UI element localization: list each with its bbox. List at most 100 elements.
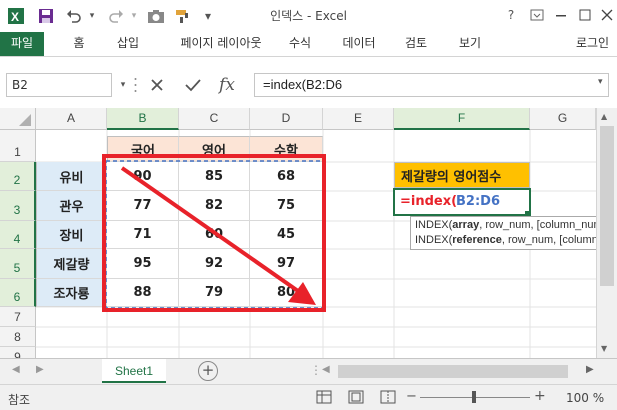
status-bar: 참조 − + 100 % — [0, 384, 617, 410]
cell-c2[interactable]: 85 — [179, 162, 250, 191]
normal-view-icon[interactable] — [316, 390, 332, 407]
cell-b2[interactable]: 90 — [107, 162, 179, 191]
row-header-9[interactable]: 9 — [0, 347, 36, 358]
status-mode: 참조 — [8, 393, 31, 407]
cell-f3[interactable]: =index( B2:D6 — [393, 188, 531, 216]
tab-insert[interactable]: 삽입 — [108, 32, 148, 56]
name-box[interactable]: B2 — [6, 73, 112, 97]
cell-d6[interactable]: 80 — [250, 279, 323, 307]
zoom-level[interactable]: 100 % — [566, 391, 604, 405]
f3-formula-ref: B2:D6 — [456, 194, 500, 209]
formula-bar-grip-icon — [134, 75, 137, 95]
select-all-corner[interactable] — [0, 108, 36, 130]
page-layout-view-icon[interactable] — [348, 390, 364, 407]
zoom-in-icon[interactable]: + — [534, 388, 546, 404]
cell-c5[interactable]: 92 — [179, 249, 250, 279]
tab-page-layout[interactable]: 페이지 레이아웃 — [168, 32, 274, 56]
row-header-5[interactable]: 5 — [0, 249, 36, 279]
sheet-scroll-right-icon[interactable]: ▶ — [36, 364, 44, 375]
column-header-a[interactable]: A — [36, 108, 107, 130]
new-sheet-icon[interactable]: + — [198, 361, 218, 381]
hscroll-thumb[interactable] — [338, 365, 568, 378]
tab-home[interactable]: 홈 — [64, 32, 94, 56]
column-header-d[interactable]: D — [250, 108, 323, 130]
expand-formula-bar-icon[interactable]: ▾ — [598, 77, 603, 87]
row-header-2[interactable]: 2 — [0, 162, 36, 191]
cell-d5[interactable]: 97 — [250, 249, 323, 279]
formula-input[interactable]: =index(B2:D6 — [254, 73, 609, 97]
tab-file[interactable]: 파일 — [0, 32, 44, 56]
cell-a6[interactable]: 조자룡 — [36, 279, 107, 307]
column-header-f[interactable]: F — [394, 108, 530, 130]
cell-d4[interactable]: 45 — [250, 221, 323, 249]
tooltip-arg-1: array — [452, 219, 480, 231]
cell-b5[interactable]: 95 — [107, 249, 179, 279]
tooltip-line-1[interactable]: INDEX(array, row_num, [column_num]) — [415, 218, 612, 233]
tooltip-arg-2: reference — [452, 234, 502, 246]
cell-d3[interactable]: 75 — [250, 191, 323, 221]
formula-bar: B2 ▾ fx =index(B2:D6 ▾ — [0, 56, 617, 108]
minimize-icon[interactable] — [550, 4, 572, 26]
cell-b1[interactable]: 국어 — [107, 136, 179, 162]
hscroll-right-icon[interactable]: ▶ — [586, 364, 594, 375]
insert-function-icon[interactable]: fx — [214, 73, 240, 97]
title-bar: X ▾ ▾ ▾ 인덱스 - Excel ? — [0, 0, 617, 32]
tab-data[interactable]: 데이터 — [334, 32, 384, 56]
function-tooltip: INDEX(array, row_num, [column_num]) INDE… — [410, 216, 617, 250]
f3-formula-prefix: =index( — [400, 194, 458, 209]
row-header-4[interactable]: 4 — [0, 221, 36, 249]
cell-f2[interactable]: 제갈량의 영어점수 — [394, 162, 530, 188]
tab-review[interactable]: 검토 — [396, 32, 436, 56]
column-header-e[interactable]: E — [323, 108, 394, 130]
tab-view[interactable]: 보기 — [450, 32, 490, 56]
row-header-8[interactable]: 8 — [0, 327, 36, 347]
sheet-scroll-left-icon[interactable]: ◀ — [12, 364, 20, 375]
enter-icon[interactable] — [180, 73, 206, 97]
close-icon[interactable] — [596, 4, 617, 26]
cell-d2[interactable]: 68 — [250, 162, 323, 191]
zoom-out-icon[interactable]: − — [406, 389, 417, 404]
tab-formulas[interactable]: 수식 — [280, 32, 320, 56]
cell-b6[interactable]: 88 — [107, 279, 179, 307]
hscroll-left-icon[interactable]: ◀ — [322, 364, 330, 375]
cell-a5[interactable]: 제갈량 — [36, 249, 107, 279]
tooltip-fn-1: INDEX( — [415, 219, 453, 231]
cell-c1[interactable]: 영어 — [179, 136, 250, 162]
scroll-thumb[interactable] — [600, 126, 614, 286]
cell-b4[interactable]: 71 — [107, 221, 179, 249]
sheet-tab-sheet1[interactable]: Sheet1 — [102, 359, 166, 383]
row-header-6[interactable]: 6 — [0, 279, 36, 307]
name-box-dropdown-icon[interactable]: ▾ — [110, 73, 136, 97]
scroll-down-icon[interactable]: ▼ — [601, 344, 607, 353]
cell-a2[interactable]: 유비 — [36, 162, 107, 191]
cancel-icon[interactable] — [144, 73, 170, 97]
vertical-scrollbar[interactable]: ▲ ▼ — [596, 108, 617, 358]
ribbon-display-icon[interactable] — [526, 4, 548, 26]
cell-d1[interactable]: 수학 — [250, 136, 323, 162]
cell-c6[interactable]: 79 — [179, 279, 250, 307]
tooltip-fn-2: INDEX( — [415, 234, 453, 246]
cell-a3[interactable]: 관우 — [36, 191, 107, 221]
sheet-tab-bar: ◀ ▶ Sheet1 + ⋮ ◀ ▶ — [0, 358, 617, 384]
zoom-slider-thumb[interactable] — [472, 391, 476, 403]
ribbon-tabs: 파일 홈 삽입 페이지 레이아웃 수식 데이터 검토 보기 로그인 — [0, 32, 617, 56]
column-header-g[interactable]: G — [530, 108, 596, 130]
cell-b3[interactable]: 77 — [107, 191, 179, 221]
cell-c4[interactable]: 60 — [179, 221, 250, 249]
row-header-7[interactable]: 7 — [0, 307, 36, 327]
column-header-c[interactable]: C — [179, 108, 250, 130]
window-title: 인덱스 - Excel — [270, 9, 347, 23]
hscroll-grip-icon: ⋮ — [310, 363, 322, 377]
help-icon[interactable]: ? — [500, 4, 522, 26]
page-break-view-icon[interactable] — [380, 390, 396, 407]
scroll-up-icon[interactable]: ▲ — [601, 112, 607, 121]
signin-link[interactable]: 로그인 — [568, 32, 617, 56]
cell-c3[interactable]: 82 — [179, 191, 250, 221]
column-header-b[interactable]: B — [107, 108, 179, 130]
cell-a4[interactable]: 장비 — [36, 221, 107, 249]
tooltip-line-2[interactable]: INDEX(reference, row_num, [column_num], … — [415, 233, 616, 248]
tooltip-rest-1: , row_num, [column_num]) — [479, 219, 610, 231]
row-header-1[interactable]: 1 — [0, 130, 36, 162]
maximize-icon[interactable] — [574, 4, 596, 26]
row-header-3[interactable]: 3 — [0, 191, 36, 221]
